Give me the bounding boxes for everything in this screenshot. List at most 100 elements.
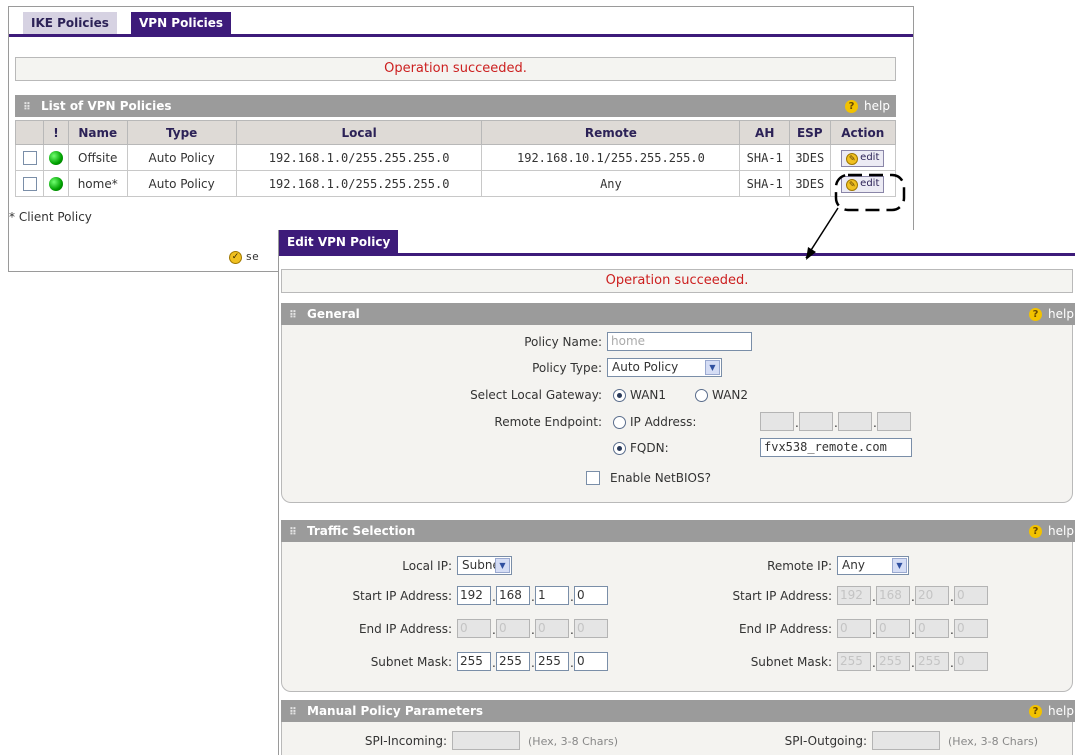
grip-icon: ⠿: [289, 527, 297, 538]
wan2-radio[interactable]: [695, 389, 708, 402]
list-section-header: ⠿ List of VPN Policies ? help: [15, 95, 896, 117]
col-local: Local: [235, 120, 483, 145]
help-link[interactable]: ? help: [845, 95, 890, 117]
help-icon: ?: [845, 100, 859, 113]
chevron-down-icon: ▼: [892, 558, 907, 573]
policy-name: Offsite: [67, 144, 128, 171]
policy-name-label: Policy Name:: [524, 335, 602, 349]
local-gateway-label: Select Local Gateway:: [470, 388, 602, 402]
ip-octet[interactable]: 0: [574, 619, 608, 638]
row-checkbox[interactable]: [22, 176, 37, 191]
policy-esp: 3DES: [789, 170, 831, 197]
ip-octet[interactable]: 0: [574, 652, 608, 671]
policy-ah: SHA-1: [739, 170, 790, 197]
ip-address-label: IP Address:: [630, 415, 697, 429]
spi-incoming-input[interactable]: [452, 731, 520, 750]
fqdn-radio[interactable]: [613, 442, 626, 455]
section-title: General: [307, 307, 360, 321]
spi-outgoing-input[interactable]: [872, 731, 940, 750]
row-checkbox[interactable]: [22, 150, 37, 165]
ip-octet[interactable]: 0: [457, 619, 491, 638]
chevron-down-icon: ▼: [705, 360, 720, 375]
ip-octet[interactable]: 168: [876, 586, 910, 605]
ip-octet[interactable]: 168: [496, 586, 530, 605]
ip-octet[interactable]: 192: [837, 586, 871, 605]
ip-octet[interactable]: [838, 412, 872, 431]
spi-incoming-hint: (Hex, 3-8 Chars): [528, 735, 619, 748]
help-icon: ?: [1029, 308, 1043, 321]
general-panel: Policy Name: home Policy Type: Auto Poli…: [281, 325, 1073, 503]
ip-octet[interactable]: 0: [954, 652, 988, 671]
ip-octet[interactable]: [799, 412, 833, 431]
ip-octet[interactable]: 255: [457, 652, 491, 671]
wan2-label: WAN2: [712, 388, 749, 402]
ip-address-radio[interactable]: [613, 416, 626, 429]
ip-octet[interactable]: 0: [535, 619, 569, 638]
tab-underline: [279, 253, 1075, 256]
ip-octet[interactable]: 0: [954, 619, 988, 638]
help-link[interactable]: ? help: [1029, 700, 1074, 722]
wan1-radio[interactable]: [613, 389, 626, 402]
status-message: Operation succeeded.: [15, 57, 896, 81]
table-header-row: ! Name Type Local Remote AH ESP Action: [14, 120, 897, 145]
ip-octet[interactable]: 0: [915, 619, 949, 638]
ip-octet[interactable]: 192: [457, 586, 491, 605]
section-title: Traffic Selection: [307, 524, 416, 538]
local-start-ip-label: Start IP Address:: [352, 589, 452, 603]
ip-octet[interactable]: [760, 412, 794, 431]
ip-octet[interactable]: 0: [954, 586, 988, 605]
section-title: List of VPN Policies: [41, 99, 172, 113]
ip-octet[interactable]: 20: [915, 586, 949, 605]
policy-remote: 192.168.10.1/255.255.255.0: [481, 144, 741, 171]
policy-remote: Any: [481, 170, 741, 197]
ip-octet[interactable]: 0: [496, 619, 530, 638]
remote-start-ip-label: Start IP Address:: [732, 589, 832, 603]
col-select: [14, 120, 45, 145]
remote-subnet-mask-label: Subnet Mask:: [750, 655, 832, 669]
netbios-checkbox[interactable]: [586, 471, 600, 485]
policy-local: 192.168.1.0/255.255.255.0: [235, 170, 483, 197]
wan1-label: WAN1: [630, 388, 667, 402]
ip-octet[interactable]: 255: [915, 652, 949, 671]
edit-button[interactable]: ✎ edit: [841, 175, 885, 193]
general-section-header: ⠿ General ? help: [281, 303, 1075, 325]
policy-type-select[interactable]: Auto Policy ▼: [607, 358, 722, 377]
remote-end-ip-label: End IP Address:: [738, 622, 832, 636]
grip-icon: ⠿: [289, 310, 297, 321]
col-type: Type: [126, 120, 237, 145]
policy-type: Auto Policy: [126, 170, 237, 197]
help-link[interactable]: ? help: [1029, 520, 1074, 542]
ip-octet[interactable]: 255: [535, 652, 569, 671]
policy-name-input[interactable]: home: [607, 332, 752, 351]
edit-button[interactable]: ✎ edit: [841, 149, 885, 167]
ip-octet[interactable]: 255: [496, 652, 530, 671]
ip-octet[interactable]: [877, 412, 911, 431]
edit-vpn-policy-window: Edit VPN Policy Operation succeeded. ⠿ G…: [278, 230, 1075, 755]
grip-icon: ⠿: [23, 102, 31, 113]
policy-esp: 3DES: [789, 144, 831, 171]
ip-octet[interactable]: 0: [837, 619, 871, 638]
status-message: Operation succeeded.: [281, 269, 1073, 293]
tab-ike-policies[interactable]: IKE Policies: [23, 12, 117, 34]
traffic-panel: Local IP: Subnet ▼ Start IP Address: 192…: [281, 542, 1073, 692]
manual-panel: SPI-Incoming: (Hex, 3-8 Chars) SPI-Outgo…: [281, 722, 1073, 755]
fqdn-input[interactable]: fvx538_remote.com: [760, 438, 912, 457]
tab-edit-vpn-policy[interactable]: Edit VPN Policy: [279, 230, 399, 254]
ip-octet[interactable]: 1: [535, 586, 569, 605]
select-all-button[interactable]: ✓ se: [229, 250, 259, 268]
ip-octet[interactable]: 255: [876, 652, 910, 671]
ip-octet[interactable]: 255: [837, 652, 871, 671]
ip-octet[interactable]: 0: [876, 619, 910, 638]
traffic-section-header: ⠿ Traffic Selection ? help: [281, 520, 1075, 542]
help-link[interactable]: ? help: [1029, 303, 1074, 325]
spi-incoming-label: SPI-Incoming:: [364, 734, 447, 748]
policy-type-label: Policy Type:: [532, 361, 602, 375]
grip-icon: ⠿: [289, 707, 297, 718]
status-enabled-icon: [49, 176, 64, 191]
help-icon: ?: [1029, 705, 1043, 718]
col-status: !: [43, 120, 69, 145]
local-ip-select[interactable]: Subnet ▼: [457, 556, 512, 575]
remote-ip-select[interactable]: Any ▼: [837, 556, 909, 575]
tab-vpn-policies[interactable]: VPN Policies: [131, 12, 232, 34]
ip-octet[interactable]: 0: [574, 586, 608, 605]
